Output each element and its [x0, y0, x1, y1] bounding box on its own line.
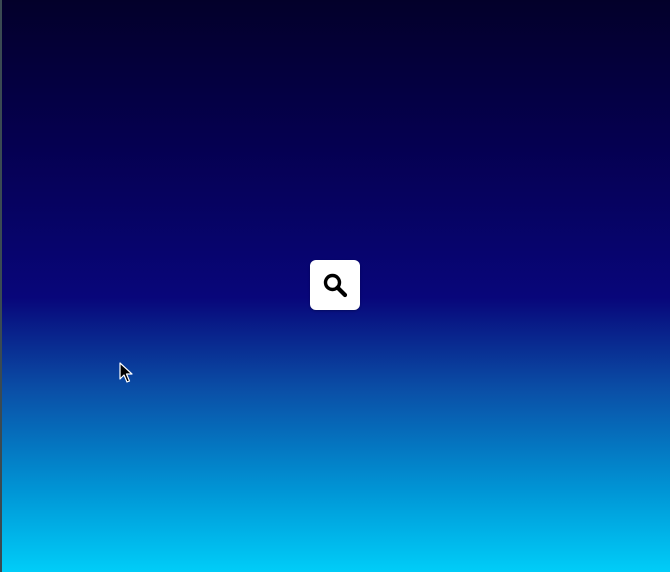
search-button[interactable]	[310, 260, 360, 310]
gradient-background	[2, 0, 670, 572]
search-icon	[323, 273, 348, 298]
